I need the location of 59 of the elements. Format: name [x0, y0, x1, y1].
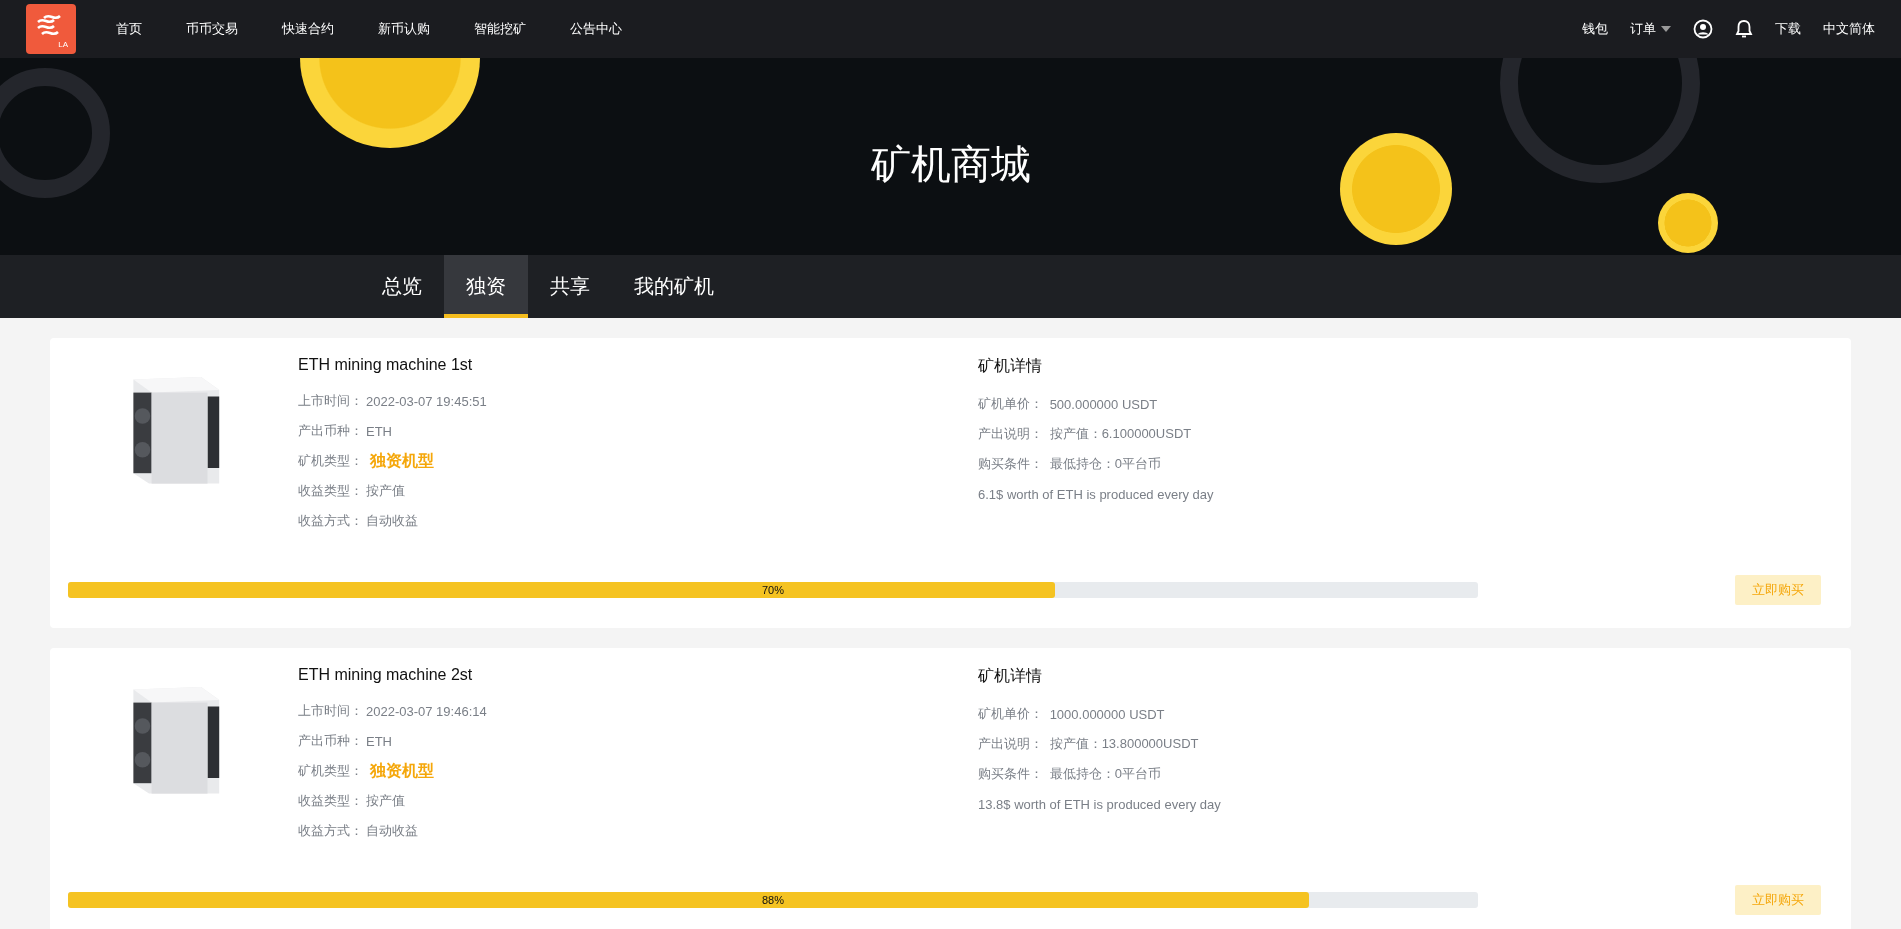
details-title: 矿机详情 [978, 666, 1043, 686]
field-label: 产出币种： [298, 422, 363, 440]
machine-name: ETH mining machine 1st [298, 356, 474, 374]
nav-link[interactable]: 中文简体 [1823, 20, 1875, 38]
field-label: 矿机单价： [978, 395, 1043, 413]
nav-link[interactable]: 公告中心 [548, 20, 644, 38]
field-value: 2022-03-07 19:46:14 [366, 703, 487, 719]
tab[interactable]: 总览 [360, 255, 444, 318]
field-label: 矿机单价： [978, 705, 1043, 723]
orders-dropdown[interactable]: 订单 [1630, 20, 1671, 38]
bell-icon[interactable] [1735, 19, 1753, 39]
tab[interactable]: 我的矿机 [612, 255, 736, 318]
machine-name: ETH mining machine 2st [298, 666, 474, 684]
output-note: 6.1$ worth of ETH is produced every day [978, 485, 1214, 504]
field-value: 按产值：13.800000USDT [1048, 735, 1199, 753]
field-label: 产出币种： [298, 732, 363, 750]
field-value: 自动收益 [366, 822, 418, 840]
field-label: 产出说明： [978, 425, 1043, 443]
field-label: 收益类型： [298, 482, 363, 500]
field-label: 产出说明： [978, 735, 1043, 753]
field-value: 独资机型 [370, 450, 434, 471]
nav-link[interactable]: 首页 [94, 20, 164, 38]
field-value: 500.000000 USDT [1048, 396, 1158, 412]
output-note: 13.8$ worth of ETH is produced every day [978, 795, 1221, 814]
nav-link[interactable]: 快速合约 [260, 20, 356, 38]
field-label: 购买条件： [978, 455, 1043, 473]
field-label: 上市时间： [298, 392, 363, 410]
field-value: ETH [366, 423, 392, 439]
field-value: 按产值：6.100000USDT [1048, 425, 1192, 443]
progress-percent: 88% [761, 893, 785, 908]
user-icon[interactable] [1693, 19, 1713, 39]
field-value: 自动收益 [366, 512, 418, 530]
nav-link[interactable]: 钱包 [1582, 20, 1608, 38]
details-title: 矿机详情 [978, 356, 1043, 376]
field-value: 1000.000000 USDT [1048, 706, 1165, 722]
field-value: 按产值 [366, 792, 405, 810]
field-label: 收益方式： [298, 822, 363, 840]
field-label: 矿机类型： [298, 452, 363, 470]
field-value: 按产值 [366, 482, 405, 500]
field-label: 矿机类型： [298, 762, 363, 780]
nav-link[interactable]: 新币认购 [356, 20, 452, 38]
field-value: 最低持仓：0平台币 [1048, 765, 1161, 783]
field-value: 最低持仓：0平台币 [1048, 455, 1161, 473]
tab[interactable]: 共享 [528, 255, 612, 318]
field-label: 上市时间： [298, 702, 363, 720]
field-value: 2022-03-07 19:45:51 [366, 393, 487, 409]
field-value: ETH [366, 733, 392, 749]
page-title: 矿机商城 [870, 141, 1031, 188]
nav-link[interactable]: 智能挖矿 [452, 20, 548, 38]
field-label: 收益方式： [298, 512, 363, 530]
field-label: 购买条件： [978, 765, 1043, 783]
tab[interactable]: 独资 [444, 255, 528, 318]
nav-link[interactable]: 下载 [1775, 20, 1801, 38]
field-value: 独资机型 [370, 760, 434, 781]
nav-link[interactable]: 币币交易 [164, 20, 260, 38]
coin-drawing [1658, 193, 1718, 253]
progress-percent: 70% [761, 583, 785, 598]
field-label: 收益类型： [298, 792, 363, 810]
caret-icon [1661, 26, 1671, 32]
